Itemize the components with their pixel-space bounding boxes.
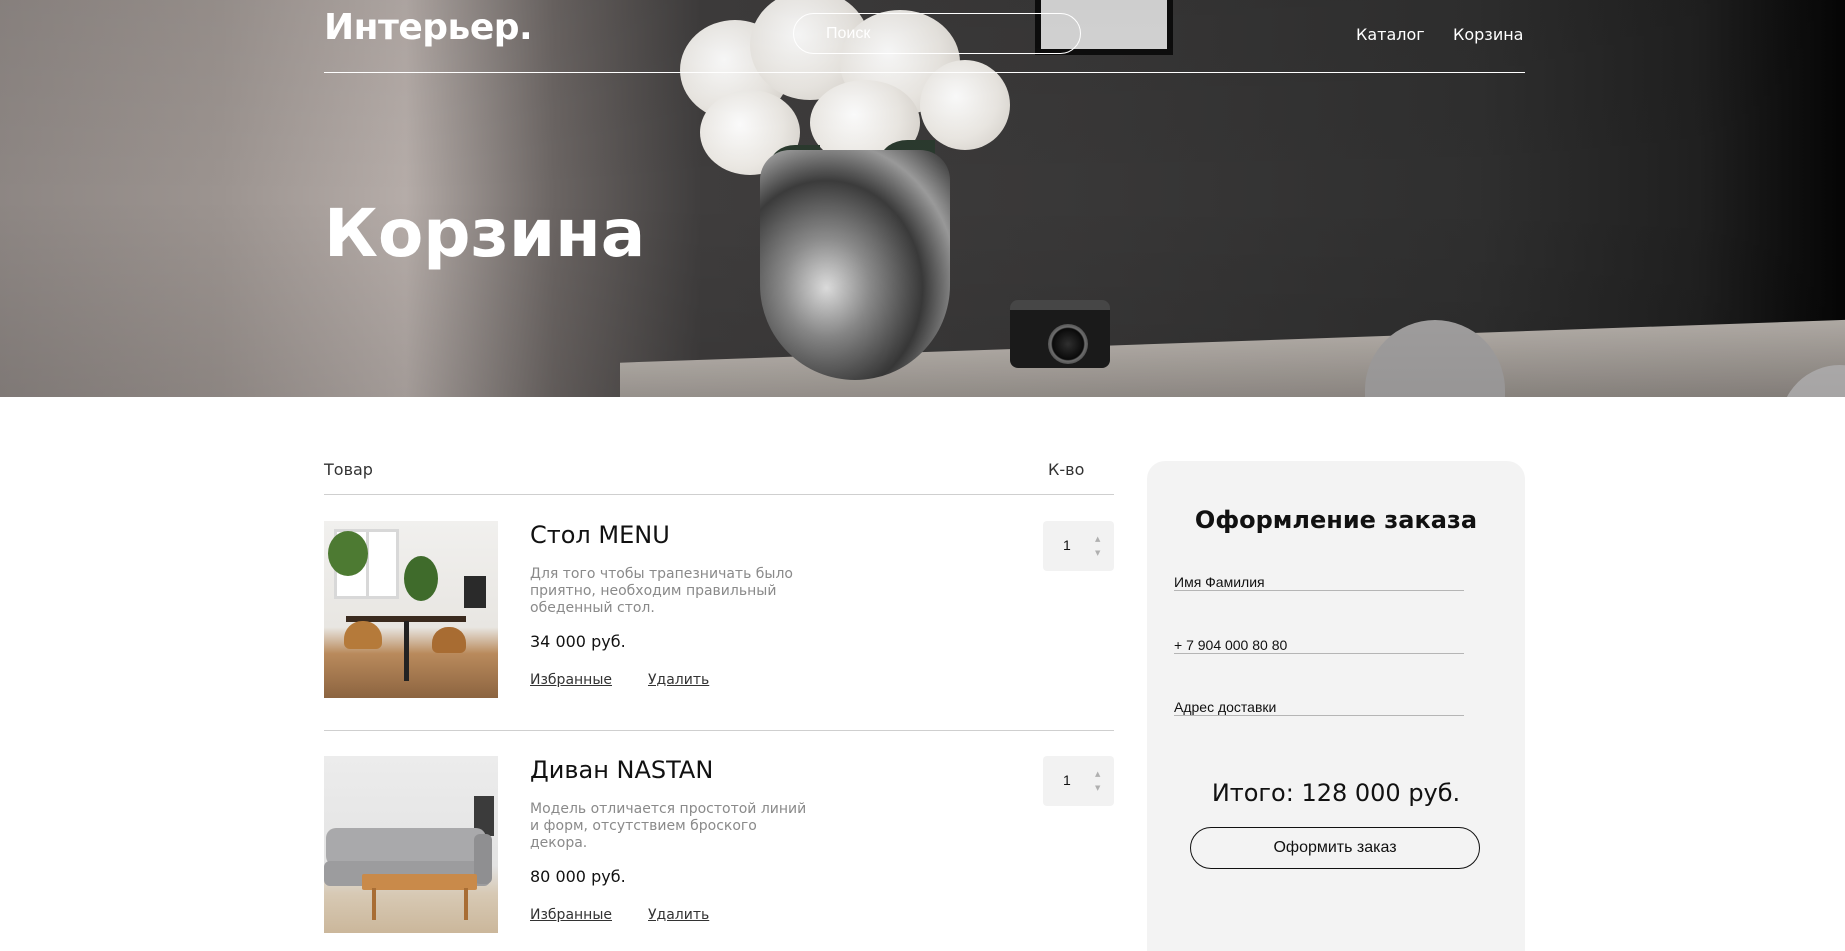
nav-catalog-link[interactable]: Каталог: [1356, 25, 1425, 44]
hero-banner: [0, 0, 1845, 397]
add-to-favorites-link[interactable]: Избранные: [530, 672, 612, 688]
product-name[interactable]: Стол MENU: [530, 521, 670, 549]
site-logo[interactable]: Интерьер.: [324, 7, 533, 48]
product-image[interactable]: [324, 756, 498, 933]
cart-item: Стол MENU Для того чтобы трапезничать бы…: [324, 521, 1114, 701]
product-price: 80 000 руб.: [530, 867, 626, 886]
table-divider: [324, 494, 1114, 495]
chevron-down-icon[interactable]: ▼: [1095, 784, 1100, 792]
quantity-stepper[interactable]: 1 ▲ ▼: [1043, 521, 1114, 571]
chevron-down-icon[interactable]: ▼: [1095, 549, 1100, 557]
table-divider: [324, 730, 1114, 731]
column-header-quantity: К-во: [1048, 460, 1085, 479]
remove-item-link[interactable]: Удалить: [648, 907, 709, 923]
chevron-up-icon[interactable]: ▲: [1095, 535, 1100, 543]
order-title: Оформление заказа: [1194, 506, 1478, 534]
remove-item-link[interactable]: Удалить: [648, 672, 709, 688]
quantity-value[interactable]: 1: [1063, 772, 1071, 788]
page-title: Корзина: [324, 195, 646, 272]
add-to-favorites-link[interactable]: Избранные: [530, 907, 612, 923]
order-total: Итого: 128 000 руб.: [1211, 779, 1461, 807]
product-image[interactable]: [324, 521, 498, 698]
quantity-stepper[interactable]: 1 ▲ ▼: [1043, 756, 1114, 806]
header-divider: [324, 72, 1525, 73]
product-description: Для того чтобы трапезничать было приятно…: [530, 566, 793, 616]
product-description: Модель отличается простотой линий и форм…: [530, 801, 807, 851]
place-order-button[interactable]: Оформить заказ: [1190, 827, 1480, 869]
phone-field[interactable]: [1174, 630, 1464, 654]
cart-item: Диван NASTAN Модель отличается простотой…: [324, 756, 1114, 936]
quantity-value[interactable]: 1: [1063, 537, 1071, 553]
name-field[interactable]: [1174, 567, 1464, 591]
product-name[interactable]: Диван NASTAN: [530, 756, 713, 784]
product-price: 34 000 руб.: [530, 632, 626, 651]
address-field[interactable]: [1174, 692, 1464, 716]
column-header-product: Товар: [324, 460, 373, 479]
search-input[interactable]: [793, 13, 1081, 54]
nav-cart-link[interactable]: Корзина: [1453, 25, 1523, 44]
order-panel: Оформление заказа Итого: 128 000 руб. Оф…: [1147, 461, 1525, 951]
chevron-up-icon[interactable]: ▲: [1095, 770, 1100, 778]
